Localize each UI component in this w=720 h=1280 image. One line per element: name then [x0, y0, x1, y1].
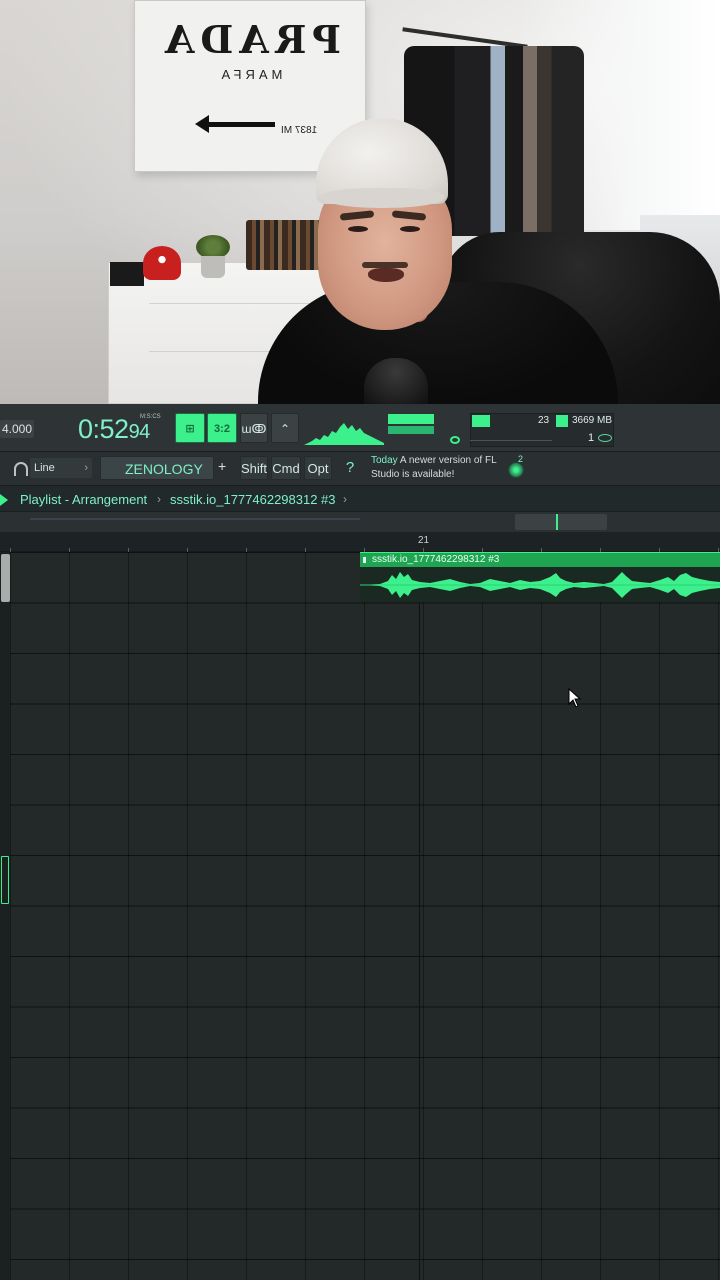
ruler-tick [364, 548, 365, 552]
audio-clip[interactable]: ssstik.io_1777462298312 #3 [360, 552, 720, 602]
shift-button[interactable]: Shift [240, 456, 268, 480]
playlist-title: Playlist - Arrangement [20, 492, 148, 507]
cap-brim [322, 188, 444, 208]
webcam-feed: PRADA MARFA 1837 MI [0, 0, 720, 404]
loop-record-button[interactable]: ɯↂ [240, 413, 268, 443]
playlist-grid[interactable] [10, 552, 720, 1280]
ruler-tick [600, 548, 601, 552]
pattern-selector[interactable]: ZENOLOGY #2 [100, 456, 214, 501]
breadcrumb-separator: › [157, 492, 161, 506]
breadcrumb-clip: ssstik.io_1777462298312 #3 [170, 492, 336, 507]
clip-label: ssstik.io_1777462298312 #3 [372, 554, 500, 565]
time-cs: 94 [128, 421, 151, 443]
bottles [246, 220, 324, 270]
fl-studio-window: 4.000 0:5294 M:S:CS ⊞ 3:2 ɯↂ ⌃ 23 3669 M… [0, 404, 720, 1280]
poster-arrow-icon [195, 115, 275, 133]
clip-menu-icon[interactable] [363, 557, 369, 563]
ram-icon [556, 415, 568, 427]
ruler-tick [423, 548, 424, 552]
headphone-icon[interactable] [14, 462, 28, 476]
main-toolbar: 4.000 0:5294 M:S:CS ⊞ 3:2 ɯↂ ⌃ 23 3669 M… [0, 404, 720, 452]
poly-bar [470, 440, 552, 441]
metronome-button[interactable]: ⌃ [271, 413, 299, 443]
ruler-tick [10, 548, 11, 552]
snap-mode-select[interactable]: Line [30, 458, 92, 478]
hint-bar-icon[interactable]: ? [338, 456, 362, 480]
cpu-bar [472, 415, 490, 427]
poster-brand: PRADA [158, 17, 342, 62]
ruler-tick [305, 548, 306, 552]
master-meter-right [388, 426, 434, 434]
cmd-button[interactable]: Cmd [271, 456, 301, 480]
track-scroll-indicator[interactable] [1, 856, 9, 904]
ram-value: 3669 MB [572, 415, 613, 426]
horizontal-scrollbar[interactable] [0, 512, 720, 532]
online-globe-icon[interactable] [508, 462, 524, 478]
time-main: 0:52 [78, 414, 129, 444]
track-scroll-handle[interactable] [1, 554, 10, 602]
add-pattern-button[interactable]: + [218, 458, 226, 474]
bar-number: 21 [418, 535, 430, 546]
breadcrumb-separator-end: › [343, 492, 347, 506]
time-format-label: M:S:CS [140, 414, 161, 420]
mouse-cursor-icon [568, 688, 582, 708]
pattern-mode-button[interactable]: ⊞ [175, 413, 205, 443]
poly-icon [598, 434, 612, 442]
notification-count: 2 [518, 454, 524, 464]
mouth [368, 268, 404, 282]
timeline-ruler[interactable] [0, 532, 720, 552]
ruler-tick [482, 548, 483, 552]
poster-sub: MARFA [217, 67, 283, 82]
master-meter-left [388, 414, 434, 424]
mushroom-lamp [143, 246, 181, 280]
oscilloscope [304, 423, 384, 445]
bar-line [419, 552, 420, 1280]
scroll-thumb[interactable] [515, 514, 607, 530]
ruler-tick [246, 548, 247, 552]
news-date: Today [371, 455, 398, 466]
ruler-tick [659, 548, 660, 552]
clip-header[interactable]: ssstik.io_1777462298312 #3 [360, 553, 720, 567]
song-mode-button[interactable]: 3:2 [207, 413, 237, 443]
eye-left [348, 226, 368, 232]
plant-pot [201, 256, 225, 278]
tempo-display[interactable]: 4.000 [0, 420, 34, 438]
ruler-tick [541, 548, 542, 552]
poly-value: 1 [588, 432, 595, 444]
news-panel[interactable]: Today A newer version of FL Studio is av… [371, 454, 511, 482]
cpu-value: 23 [538, 415, 550, 426]
playlist-menu-icon[interactable] [0, 494, 8, 506]
screen: PRADA MARFA 1837 MI 4.000 0:5294 M:S:CS … [0, 0, 720, 1280]
ruler-tick [187, 548, 188, 552]
scroll-overview [30, 518, 360, 520]
poster-distance: 1837 MI [281, 125, 318, 136]
speaker [110, 262, 144, 286]
ruler-tick [718, 548, 719, 552]
waveform [360, 572, 720, 598]
opt-button[interactable]: Opt [304, 456, 332, 480]
playhead-marker [556, 514, 558, 530]
pitch-knob-icon[interactable] [450, 436, 460, 444]
ruler-tick [128, 548, 129, 552]
track-gutter [0, 552, 10, 1280]
ruler-tick [69, 548, 70, 552]
eye-right [400, 226, 420, 232]
